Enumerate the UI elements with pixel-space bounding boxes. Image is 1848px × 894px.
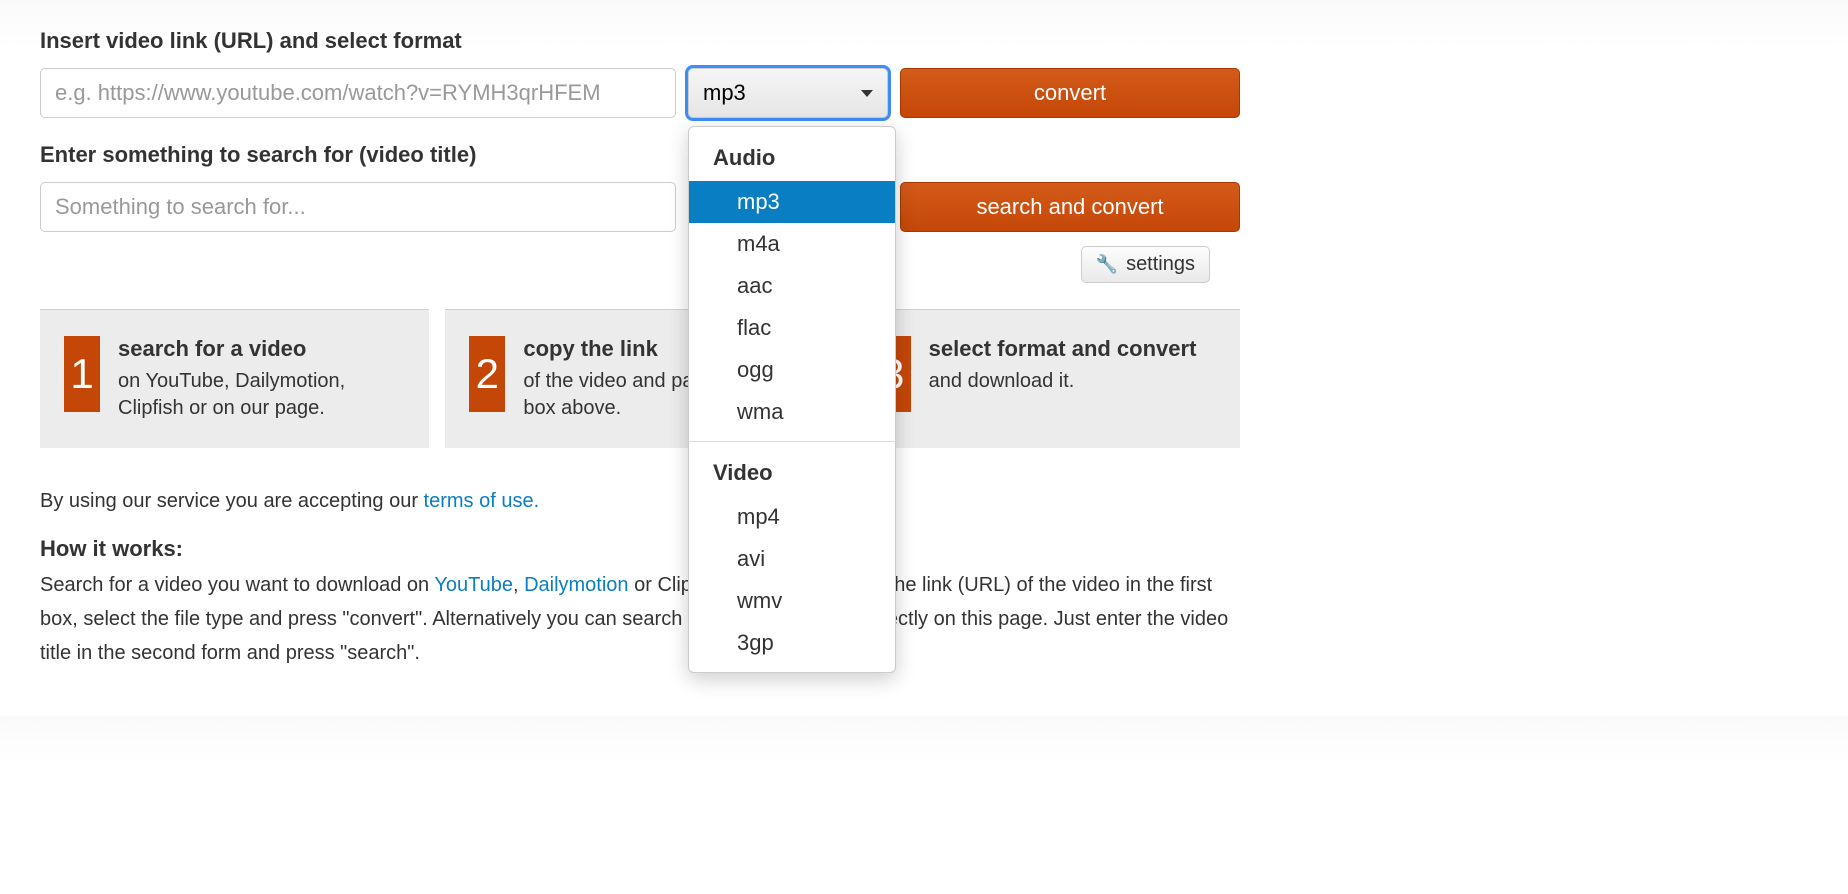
dailymotion-link[interactable]: Dailymotion [524,574,628,596]
steps-row: 1 search for a video on YouTube, Dailymo… [40,309,1240,448]
search-input[interactable] [40,182,676,232]
format-option-ogg[interactable]: ogg [689,349,895,391]
step-desc-3: and download it. [929,368,1197,395]
search-convert-button[interactable]: search and convert [900,182,1240,232]
step-desc-1: on YouTube, Dailymotion, Clipfish or on … [118,368,405,422]
terms-of-use-link[interactable]: terms of use. [424,490,540,512]
format-select-value: mp3 [703,80,746,106]
step-card-1: 1 search for a video on YouTube, Dailymo… [40,309,429,448]
settings-row: 🔧 settings [40,246,1240,283]
video-url-input[interactable] [40,68,676,118]
terms-prefix: By using our service you are accepting o… [40,490,424,512]
search-input-row: search and convert [40,182,1240,232]
convert-button[interactable]: convert [900,68,1240,118]
format-group-divider [689,441,895,442]
step-card-3: 3 select format and convert and download… [851,309,1240,448]
format-option-aac[interactable]: aac [689,265,895,307]
format-select[interactable]: mp3 [688,68,888,118]
format-option-wmv[interactable]: wmv [689,580,895,622]
step-number-1: 1 [64,336,100,412]
step-number-2: 2 [469,336,505,412]
how-p1-sep: , [513,574,524,596]
settings-button[interactable]: 🔧 settings [1081,246,1210,283]
how-it-works-paragraph: Search for a video you want to download … [40,568,1240,670]
url-section-label: Insert video link (URL) and select forma… [40,28,1240,54]
settings-button-label: settings [1126,253,1195,276]
format-option-wma[interactable]: wma [689,391,895,433]
format-group-video-label: Video [689,450,895,496]
format-option-3gp[interactable]: 3gp [689,622,895,664]
how-it-works-heading: How it works: [40,536,1240,562]
format-option-mp3[interactable]: mp3 [689,181,895,223]
how-p1-a: Search for a video you want to download … [40,574,434,596]
format-option-flac[interactable]: flac [689,307,895,349]
format-option-mp4[interactable]: mp4 [689,496,895,538]
search-section-label: Enter something to search for (video tit… [40,142,1240,168]
youtube-link[interactable]: YouTube [434,574,513,596]
format-dropdown-menu: Audio mp3 m4a aac flac ogg wma Video mp4… [688,126,896,673]
url-input-row: mp3 Audio mp3 m4a aac flac ogg wma Video… [40,68,1240,118]
terms-paragraph: By using our service you are accepting o… [40,484,1240,518]
format-select-wrap: mp3 Audio mp3 m4a aac flac ogg wma Video… [688,68,888,118]
format-option-m4a[interactable]: m4a [689,223,895,265]
chevron-down-icon [861,90,873,97]
step-title-1: search for a video [118,336,405,362]
wrench-icon: 🔧 [1096,254,1118,275]
format-group-audio-label: Audio [689,135,895,181]
format-option-avi[interactable]: avi [689,538,895,580]
step-title-3: select format and convert [929,336,1197,362]
